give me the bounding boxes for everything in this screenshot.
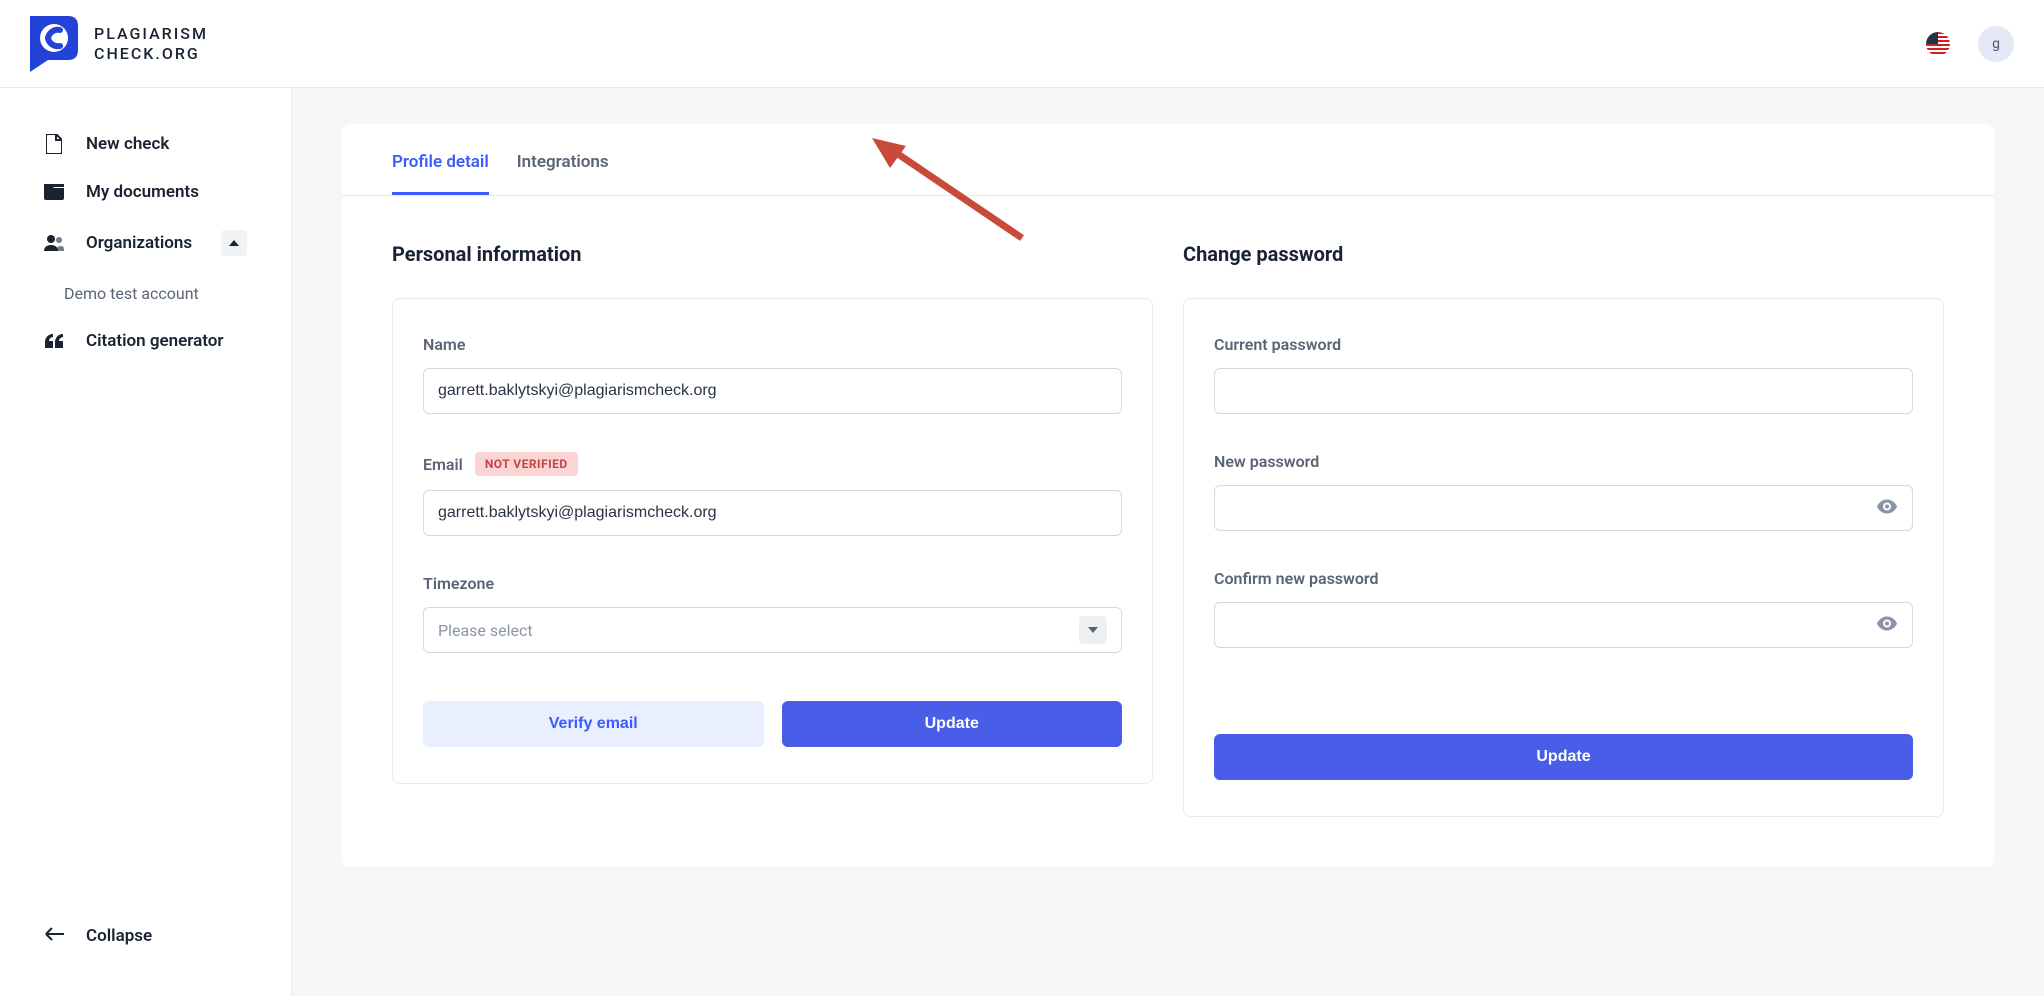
- chevron-down-icon: [1079, 616, 1107, 644]
- section-title: Change password: [1183, 242, 1944, 266]
- collapse-label: Collapse: [86, 926, 152, 946]
- sidebar-item-organizations[interactable]: Organizations: [0, 216, 291, 270]
- folder-icon: [44, 184, 64, 200]
- tabs: Profile detail Integrations: [342, 124, 1994, 196]
- email-input[interactable]: [423, 490, 1122, 536]
- password-panel: Current password New password: [1183, 298, 1944, 817]
- logo-line1: PLAGIARISM: [94, 24, 208, 43]
- confirm-password-field: Confirm new password: [1214, 569, 1913, 648]
- update-password-button[interactable]: Update: [1214, 734, 1913, 780]
- header: PLAGIARISM CHECK.ORG g: [0, 0, 2044, 88]
- chevron-up-icon[interactable]: [221, 230, 247, 256]
- main: Profile detail Integrations Personal inf…: [292, 88, 2044, 996]
- avatar-initial: g: [1992, 36, 2000, 52]
- name-label: Name: [423, 335, 465, 354]
- card: Profile detail Integrations Personal inf…: [342, 124, 1994, 867]
- email-field: Email NOT VERIFIED: [423, 452, 1122, 536]
- current-password-label: Current password: [1214, 335, 1341, 354]
- logo[interactable]: PLAGIARISM CHECK.ORG: [30, 16, 208, 72]
- section-title: Personal information: [392, 242, 1153, 266]
- confirm-password-input[interactable]: [1214, 602, 1913, 648]
- new-password-label: New password: [1214, 452, 1319, 471]
- name-input[interactable]: [423, 368, 1122, 414]
- header-right: g: [1926, 26, 2014, 62]
- tab-integrations[interactable]: Integrations: [517, 152, 609, 195]
- flag-icon[interactable]: [1926, 32, 1950, 56]
- verify-email-button[interactable]: Verify email: [423, 701, 764, 747]
- logo-line2: CHECK.ORG: [94, 44, 208, 63]
- sidebar-sub-item[interactable]: Demo test account: [0, 270, 291, 317]
- nav-list: New check My documents Organizations Dem…: [0, 120, 291, 908]
- timezone-field: Timezone Please select: [423, 574, 1122, 653]
- layout: New check My documents Organizations Dem…: [0, 88, 2044, 996]
- update-personal-button[interactable]: Update: [782, 701, 1123, 747]
- new-password-field: New password: [1214, 452, 1913, 531]
- file-icon: [44, 134, 64, 154]
- personal-info-panel: Name Email NOT VERIFIED: [392, 298, 1153, 784]
- logo-icon: [30, 16, 78, 72]
- timezone-placeholder: Please select: [438, 621, 533, 640]
- sidebar-item-label: Citation generator: [86, 331, 224, 351]
- personal-info-col: Personal information Name Email NOT VERI…: [392, 242, 1153, 817]
- avatar[interactable]: g: [1978, 26, 2014, 62]
- collapse-button[interactable]: Collapse: [0, 908, 291, 964]
- arrow-left-icon: [44, 926, 64, 946]
- timezone-label: Timezone: [423, 574, 494, 593]
- email-label: Email: [423, 455, 463, 474]
- sidebar-item-label: My documents: [86, 182, 199, 202]
- sidebar-sub-label: Demo test account: [64, 284, 199, 303]
- tab-profile-detail[interactable]: Profile detail: [392, 152, 489, 195]
- logo-text: PLAGIARISM CHECK.ORG: [94, 24, 208, 62]
- new-password-input[interactable]: [1214, 485, 1913, 531]
- sidebar-item-label: Organizations: [86, 233, 192, 253]
- personal-button-row: Verify email Update: [423, 701, 1122, 747]
- content: Personal information Name Email NOT VERI…: [342, 196, 1994, 867]
- eye-icon[interactable]: [1877, 616, 1897, 635]
- quote-icon: [44, 334, 64, 348]
- not-verified-badge: NOT VERIFIED: [475, 452, 578, 476]
- sidebar-item-citation-generator[interactable]: Citation generator: [0, 317, 291, 365]
- name-field: Name: [423, 335, 1122, 414]
- timezone-select[interactable]: Please select: [423, 607, 1122, 653]
- change-password-col: Change password Current password New pas…: [1183, 242, 1944, 817]
- current-password-input[interactable]: [1214, 368, 1913, 414]
- eye-icon[interactable]: [1877, 499, 1897, 518]
- sidebar: New check My documents Organizations Dem…: [0, 88, 292, 996]
- sidebar-item-new-check[interactable]: New check: [0, 120, 291, 168]
- sidebar-item-my-documents[interactable]: My documents: [0, 168, 291, 216]
- confirm-password-label: Confirm new password: [1214, 569, 1379, 588]
- users-icon: [44, 235, 64, 251]
- current-password-field: Current password: [1214, 335, 1913, 414]
- sidebar-item-label: New check: [86, 134, 169, 154]
